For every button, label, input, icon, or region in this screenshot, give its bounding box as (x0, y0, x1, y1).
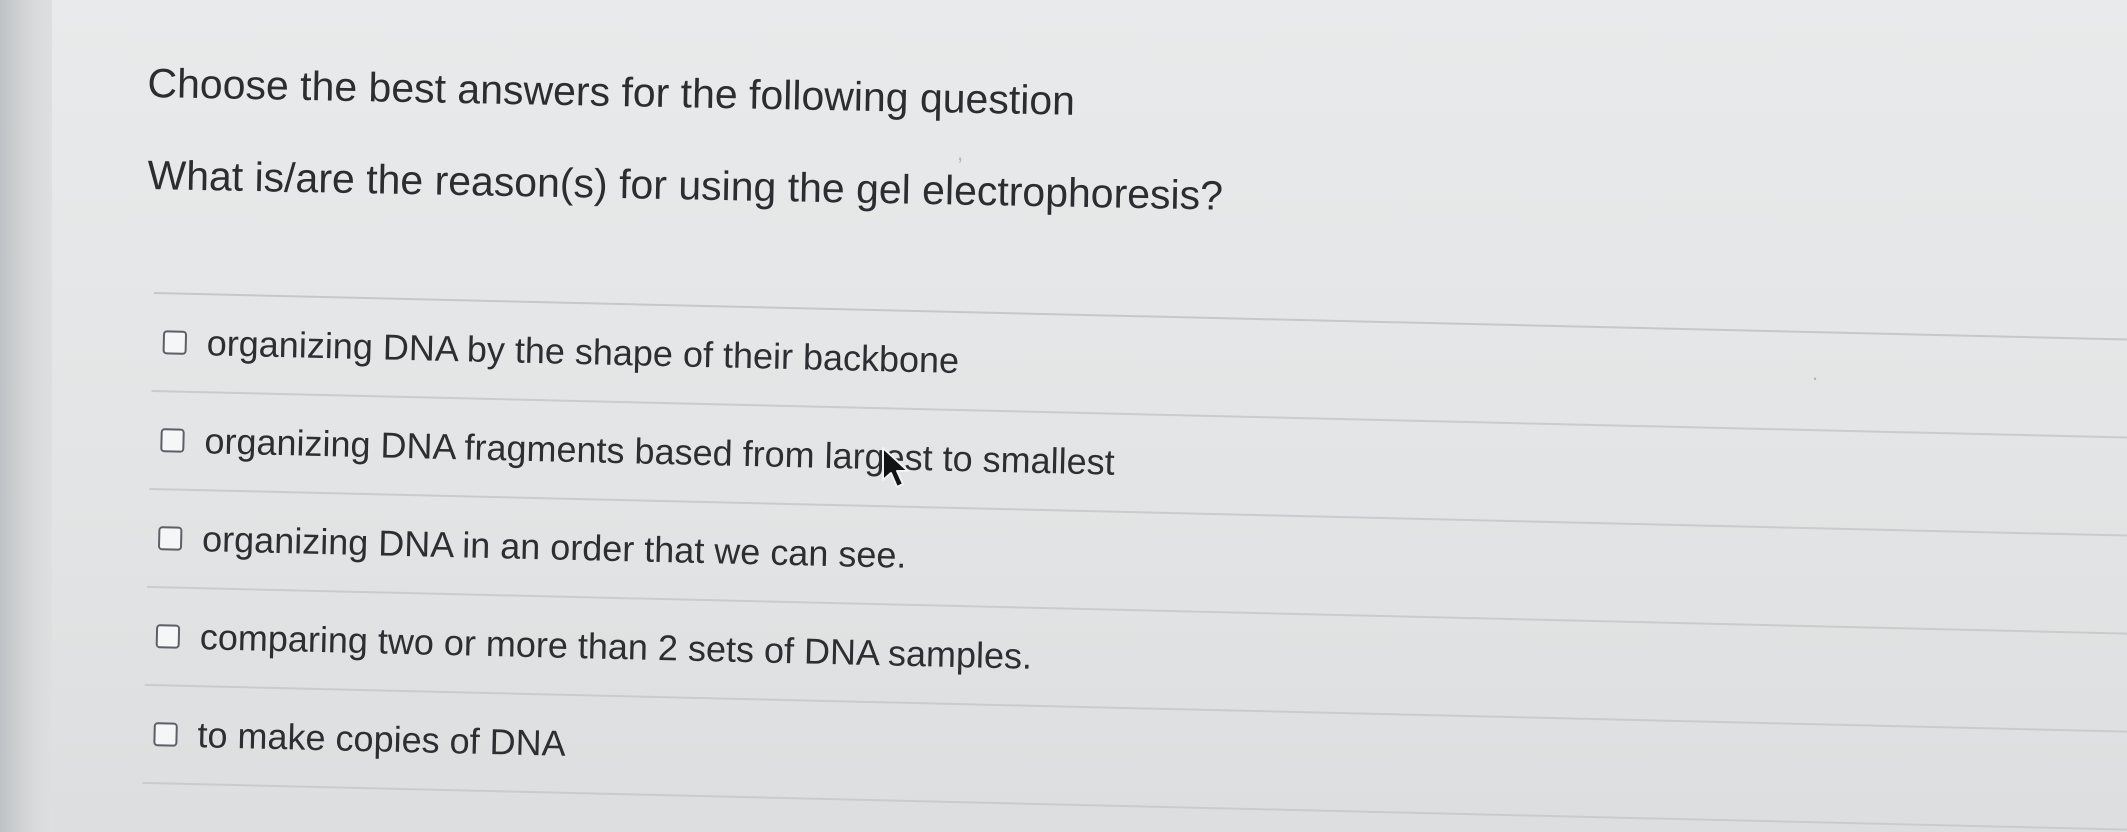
screen-scuff-mark: , (957, 140, 964, 165)
question-text: What is/are the reason(s) for using the … (147, 151, 1224, 219)
checkbox-icon[interactable] (162, 330, 188, 355)
question-panel: Choose the best answers for the followin… (52, 0, 2127, 832)
checkbox-icon[interactable] (153, 722, 178, 747)
answer-option-label: organizing DNA fragments based from larg… (204, 420, 1116, 483)
answer-option-label: organizing DNA in an order that we can s… (201, 518, 907, 576)
screen: Choose the best answers for the followin… (0, 0, 2127, 832)
answer-option-label: to make copies of DNA (197, 714, 567, 764)
checkbox-icon[interactable] (157, 526, 183, 551)
answer-option-label: comparing two or more than 2 sets of DNA… (199, 616, 1033, 677)
mouse-pointer-icon (882, 447, 909, 488)
question-instruction: Choose the best answers for the followin… (147, 59, 1076, 124)
screen-scuff-mark: . (1812, 360, 1819, 385)
left-gutter (0, 0, 52, 832)
checkbox-icon[interactable] (155, 624, 181, 649)
answer-options: organizing DNA by the shape of their bac… (142, 292, 2127, 832)
checkbox-icon[interactable] (160, 428, 185, 453)
answer-option-label: organizing DNA by the shape of their bac… (206, 322, 960, 381)
